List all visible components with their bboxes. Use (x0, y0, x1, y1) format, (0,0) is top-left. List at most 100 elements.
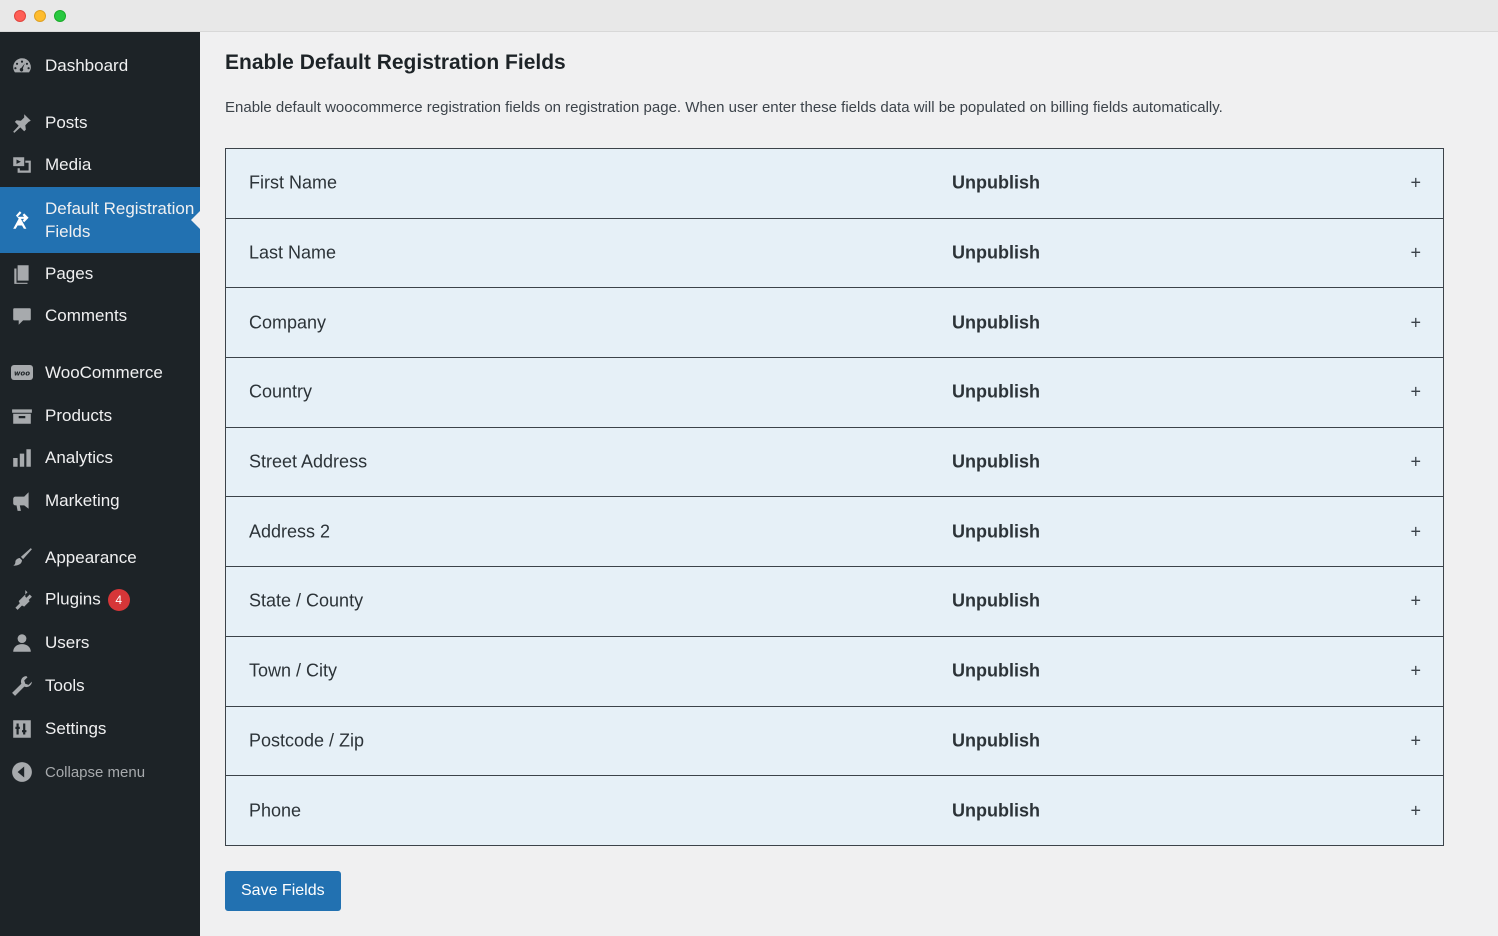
comment-icon (11, 305, 33, 327)
field-name: Last Name (249, 242, 337, 263)
admin-sidebar: Dashboard Posts Media Default Registrati… (0, 32, 200, 936)
field-status: Unpublish (952, 660, 1040, 681)
wrench-icon (11, 675, 33, 697)
collapse-arrow-icon (11, 761, 33, 783)
field-name: Address 2 (249, 521, 331, 542)
field-row-street-address[interactable]: Street Address Unpublish + (226, 427, 1443, 498)
expand-icon[interactable]: + (1410, 800, 1421, 821)
field-row-last-name[interactable]: Last Name Unpublish + (226, 218, 1443, 289)
close-window-button[interactable] (14, 10, 26, 22)
field-row-phone[interactable]: Phone Unpublish + (226, 776, 1443, 846)
woo-icon: woo (11, 362, 33, 384)
sliders-icon (11, 718, 33, 740)
bar-chart-icon (11, 447, 33, 469)
sidebar-item-woocommerce[interactable]: woo WooCommerce (0, 355, 200, 391)
sidebar-item-plugins[interactable]: Plugins 4 (0, 582, 200, 618)
sidebar-item-label: Plugins (45, 589, 101, 609)
field-row-state-county[interactable]: State / County Unpublish + (226, 567, 1443, 637)
collapse-menu-button[interactable]: Collapse menu (0, 754, 200, 790)
media-icon (11, 154, 33, 176)
sidebar-item-label: Posts (45, 113, 88, 132)
dashboard-icon (11, 55, 33, 77)
sidebar-item-tools[interactable]: Tools (0, 668, 200, 704)
expand-icon[interactable]: + (1410, 312, 1421, 333)
sidebar-item-label: Appearance (45, 548, 137, 567)
expand-icon[interactable]: + (1410, 661, 1421, 682)
field-row-company[interactable]: Company Unpublish + (226, 288, 1443, 359)
sidebar-item-label: Dashboard (45, 56, 129, 75)
field-row-first-name[interactable]: First Name Unpublish + (226, 149, 1443, 219)
pin-icon (11, 112, 33, 134)
field-name: Company (249, 312, 327, 333)
page-description: Enable default woocommerce registration … (225, 99, 1223, 116)
expand-icon[interactable]: + (1410, 173, 1421, 194)
expand-icon[interactable]: + (1410, 382, 1421, 403)
sidebar-item-pages[interactable]: Pages (0, 256, 200, 292)
sidebar-item-label: Users (45, 633, 90, 652)
registration-fields-icon (11, 209, 33, 231)
brush-icon (11, 547, 33, 569)
sidebar-item-label: Pages (45, 264, 94, 283)
megaphone-icon (11, 490, 33, 512)
sidebar-item-label: Collapse menu (45, 763, 146, 781)
sidebar-item-products[interactable]: Products (0, 398, 200, 434)
field-status: Unpublish (952, 312, 1040, 333)
user-icon (11, 632, 33, 654)
svg-text:woo: woo (14, 370, 30, 378)
expand-icon[interactable]: + (1410, 452, 1421, 473)
sidebar-item-label: Products (45, 406, 113, 425)
sidebar-item-label: Settings (45, 719, 107, 738)
sidebar-item-comments[interactable]: Comments (0, 298, 200, 334)
expand-icon[interactable]: + (1410, 521, 1421, 542)
expand-icon[interactable]: + (1410, 591, 1421, 612)
sidebar-item-marketing[interactable]: Marketing (0, 483, 200, 519)
sidebar-item-media[interactable]: Media (0, 147, 200, 183)
plug-icon (11, 589, 33, 611)
save-fields-button[interactable]: Save Fields (225, 871, 341, 911)
field-row-town-city[interactable]: Town / City Unpublish + (226, 636, 1443, 707)
sidebar-item-label: Marketing (45, 491, 120, 510)
zoom-window-button[interactable] (54, 10, 66, 22)
field-row-country[interactable]: Country Unpublish + (226, 358, 1443, 428)
sidebar-item-label: WooCommerce (45, 363, 163, 382)
sidebar-item-label: Analytics (45, 448, 114, 467)
sidebar-item-posts[interactable]: Posts (0, 105, 200, 141)
sidebar-item-appearance[interactable]: Appearance (0, 540, 200, 576)
sidebar-item-analytics[interactable]: Analytics (0, 440, 200, 476)
field-status: Unpublish (952, 800, 1040, 821)
field-name: Postcode / Zip (249, 730, 365, 751)
field-status: Unpublish (952, 521, 1040, 542)
pages-icon (11, 263, 33, 285)
page-title: Enable Default Registration Fields (225, 51, 566, 74)
sidebar-item-label: Comments (45, 306, 128, 325)
window-titlebar (0, 0, 1498, 32)
field-status: Unpublish (952, 730, 1040, 751)
field-status: Unpublish (952, 381, 1040, 402)
sidebar-item-dashboard[interactable]: Dashboard (0, 48, 200, 84)
field-name: Country (249, 381, 313, 402)
sidebar-item-label: Media (45, 155, 92, 174)
sidebar-item-settings[interactable]: Settings (0, 711, 200, 747)
field-row-postcode-zip[interactable]: Postcode / Zip Unpublish + (226, 706, 1443, 777)
field-name: State / County (249, 590, 364, 611)
field-status: Unpublish (952, 172, 1040, 193)
field-row-address-2[interactable]: Address 2 Unpublish + (226, 497, 1443, 568)
field-name: Town / City (249, 660, 338, 681)
registration-fields-list: First Name Unpublish + Last Name Unpubli… (225, 148, 1444, 846)
expand-icon[interactable]: + (1410, 730, 1421, 751)
expand-icon[interactable]: + (1410, 243, 1421, 264)
sidebar-item-label: Default Registration Fields (45, 199, 195, 241)
sidebar-item-users[interactable]: Users (0, 625, 200, 661)
archive-icon (11, 405, 33, 427)
sidebar-item-default-registration-fields[interactable]: Default Registration Fields (0, 187, 200, 253)
field-status: Unpublish (952, 590, 1040, 611)
sidebar-item-label: Tools (45, 676, 85, 695)
field-name: Phone (249, 800, 302, 821)
field-name: Street Address (249, 451, 368, 472)
field-status: Unpublish (952, 242, 1040, 263)
minimize-window-button[interactable] (34, 10, 46, 22)
update-count-badge: 4 (107, 589, 130, 611)
sidebar-item-label-wrap: Plugins 4 (45, 589, 130, 611)
field-name: First Name (249, 172, 338, 193)
field-status: Unpublish (952, 451, 1040, 472)
